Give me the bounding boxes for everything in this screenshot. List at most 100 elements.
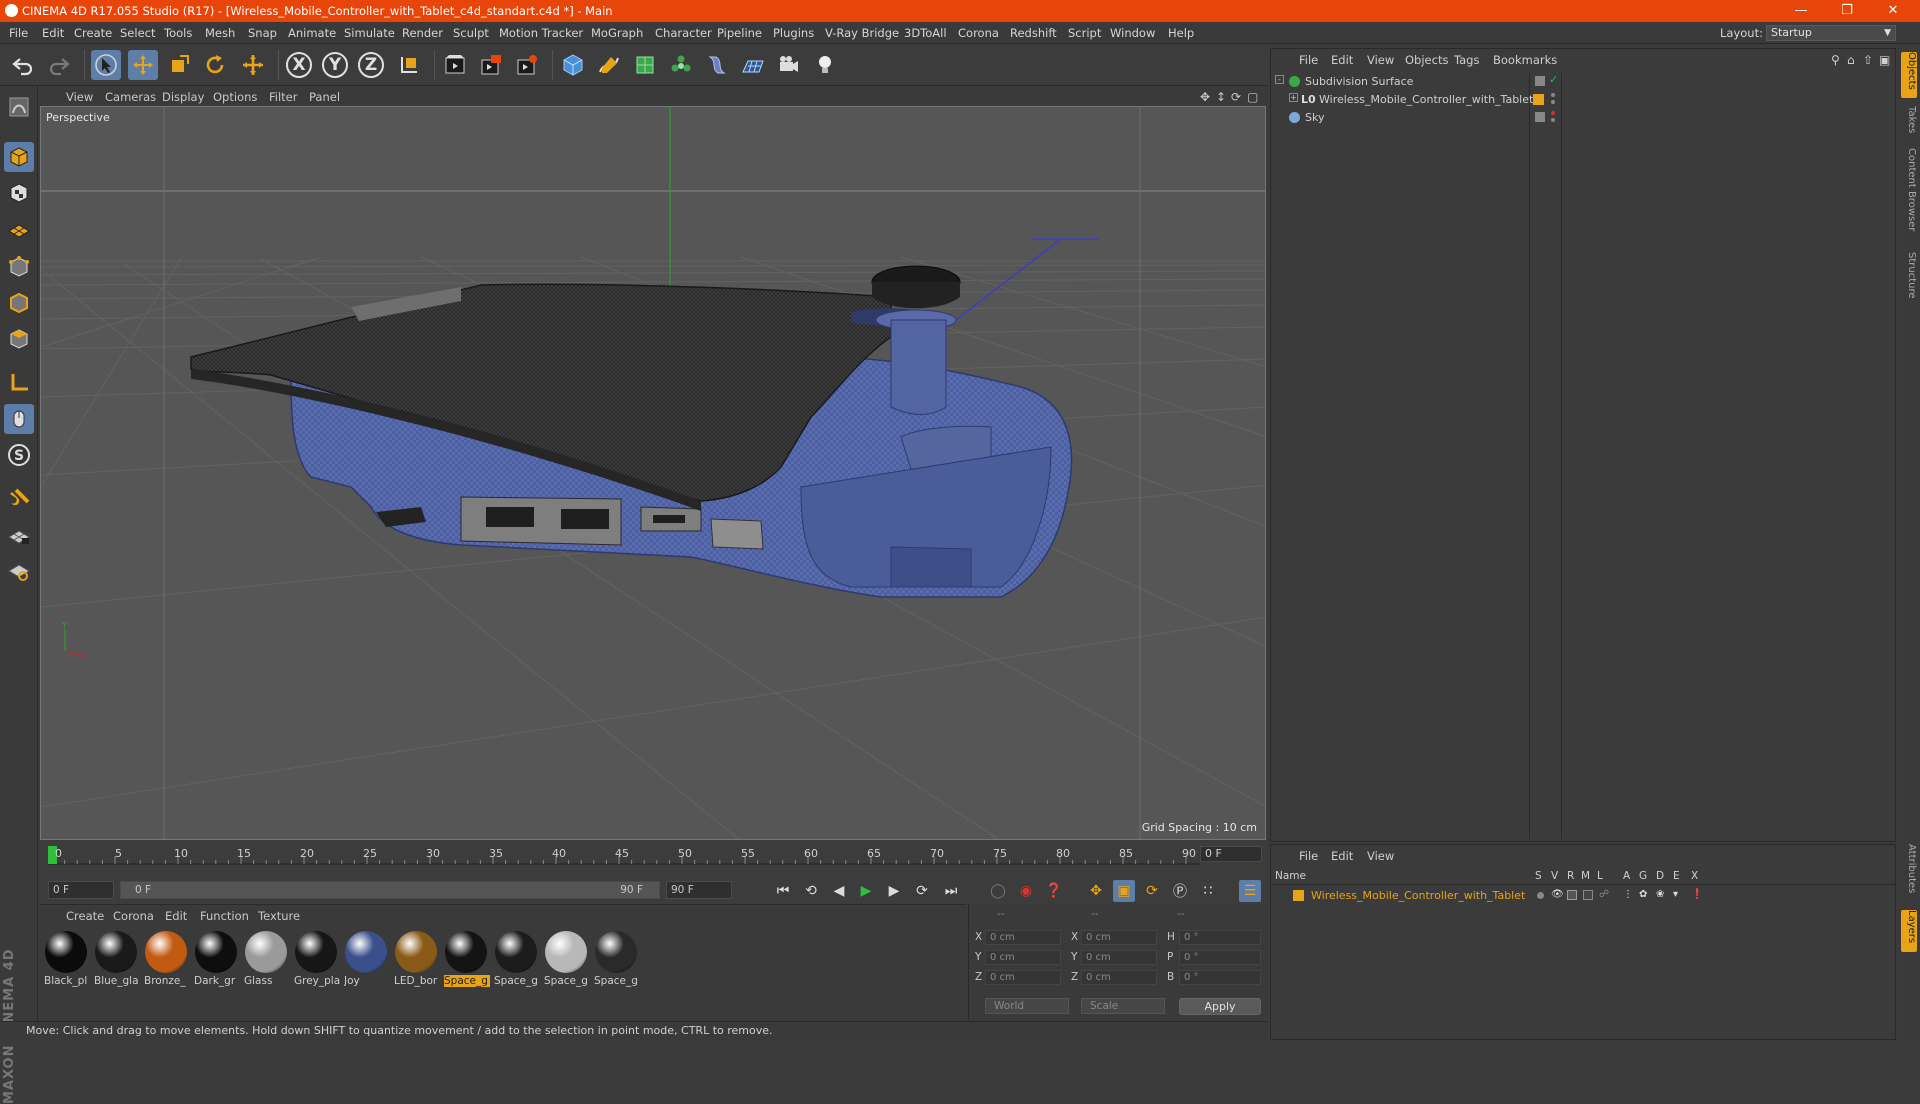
menu-corona[interactable]: Corona <box>958 26 999 40</box>
timeline-ruler[interactable]: 0 5 10 15 20 25 30 35 40 45 50 55 60 65 … <box>48 844 1200 868</box>
edit-render-settings-icon[interactable] <box>512 50 542 80</box>
rotation-b-field[interactable]: 0 ° <box>1179 970 1261 985</box>
record-keys-icon[interactable]: ◯ <box>987 880 1009 902</box>
menu-vray-bridge[interactable]: V-Ray Bridge <box>825 26 899 40</box>
layer-menu-edit[interactable]: Edit <box>1331 849 1353 863</box>
tab-layers[interactable]: Layers <box>1901 910 1917 952</box>
menu-mograph[interactable]: MoGraph <box>591 26 643 40</box>
layer-col[interactable]: X <box>1691 870 1698 882</box>
key-scale-icon[interactable]: ▣ <box>1113 880 1135 902</box>
layer-tag-icon[interactable] <box>1533 94 1544 105</box>
material-menu-create[interactable]: Create <box>66 909 104 923</box>
solo-icon[interactable] <box>1537 892 1544 899</box>
end-frame-field[interactable]: 90 F <box>666 881 732 899</box>
coordinate-space-dropdown[interactable]: World <box>985 998 1069 1014</box>
material-menu-function[interactable]: Function <box>200 909 249 923</box>
material-swatch[interactable]: Space_g <box>444 929 490 991</box>
layer-col[interactable]: M <box>1581 870 1590 882</box>
animation-icon[interactable]: ⋮ <box>1623 889 1633 900</box>
editor-visibility-icon[interactable] <box>1535 76 1545 86</box>
axis-y-button[interactable]: Y <box>320 50 350 80</box>
search-icon[interactable]: ⚲ <box>1831 53 1840 67</box>
layer-menu-view[interactable]: View <box>1367 849 1394 863</box>
viewport-pan-icon[interactable]: ✥ <box>1200 90 1210 104</box>
tab-objects[interactable]: Objects <box>1901 52 1917 98</box>
render-dot-icon[interactable] <box>1551 100 1555 104</box>
material-swatch[interactable]: Bronze_ <box>144 929 188 991</box>
redo-icon[interactable] <box>44 50 74 80</box>
light-icon[interactable] <box>810 50 840 80</box>
menu-motion-tracker[interactable]: Motion Tracker <box>499 26 583 40</box>
array-icon[interactable] <box>666 50 696 80</box>
model-mode-icon[interactable] <box>4 142 34 172</box>
collapse-icon[interactable]: - <box>1275 75 1284 84</box>
material-swatch[interactable]: Joy <box>344 929 388 991</box>
visibility-dot-icon[interactable] <box>1551 93 1555 97</box>
go-to-end-icon[interactable]: ⏭ <box>940 880 962 902</box>
deformers-icon[interactable]: ❀ <box>1656 889 1664 900</box>
material-swatch[interactable]: Glass <box>244 929 288 991</box>
snap-icon[interactable]: S <box>4 440 34 470</box>
minimize-button[interactable]: — <box>1778 0 1824 22</box>
menu-script[interactable]: Script <box>1068 26 1101 40</box>
material-menu-edit[interactable]: Edit <box>165 909 187 923</box>
new-panel-icon[interactable]: ▣ <box>1879 53 1890 67</box>
editor-visibility-icon[interactable] <box>1535 112 1545 122</box>
keyframe-selection-icon[interactable]: ❓ <box>1043 880 1065 902</box>
size-z-field[interactable]: 0 cm <box>1081 970 1157 985</box>
rotation-p-field[interactable]: 0 ° <box>1179 950 1261 965</box>
expand-icon[interactable]: + <box>1289 93 1298 102</box>
object-menu-file[interactable]: File <box>1299 53 1318 67</box>
layer-col[interactable]: R <box>1567 870 1574 882</box>
play-icon[interactable]: ▶ <box>855 880 877 902</box>
points-mode-icon[interactable] <box>4 252 34 282</box>
edges-mode-icon[interactable] <box>4 288 34 318</box>
material-menu-corona[interactable]: Corona <box>113 909 154 923</box>
menu-pipeline[interactable]: Pipeline <box>717 26 762 40</box>
camera-icon[interactable] <box>774 50 804 80</box>
timeline-window-icon[interactable]: ☰ <box>1239 880 1261 902</box>
layer-col-name[interactable]: Name <box>1275 870 1306 882</box>
material-swatch[interactable]: Blue_gla <box>94 929 139 991</box>
object-menu-view[interactable]: View <box>1367 53 1394 67</box>
key-parameter-icon[interactable]: Ⓟ <box>1169 880 1191 902</box>
material-swatch[interactable]: Black_pl <box>44 929 88 991</box>
layer-col[interactable]: L <box>1597 870 1603 882</box>
viewport-menu-options[interactable]: Options <box>213 90 257 104</box>
timeline[interactable]: 0 5 10 15 20 25 30 35 40 45 50 55 60 65 … <box>40 842 1266 876</box>
subdivision-icon[interactable] <box>630 50 660 80</box>
tab-structure[interactable]: Structure <box>1901 252 1917 308</box>
menu-mesh[interactable]: Mesh <box>205 26 235 40</box>
material-swatch[interactable]: Space_g <box>544 929 588 991</box>
object-menu-tags[interactable]: Tags <box>1454 53 1479 67</box>
position-x-field[interactable]: 0 cm <box>985 930 1061 945</box>
object-row-sky[interactable]: Sky <box>1271 109 1895 127</box>
tab-content-browser[interactable]: Content Browser <box>1901 148 1917 244</box>
locked-workplane-icon[interactable] <box>4 520 34 550</box>
texture-mode-icon[interactable] <box>4 178 34 208</box>
eye-icon[interactable]: 👁 <box>1551 889 1564 900</box>
layer-col[interactable]: D <box>1656 870 1664 882</box>
deformer-icon[interactable] <box>702 50 732 80</box>
frame-range-slider[interactable]: 0 F 90 F <box>120 881 660 899</box>
menu-edit[interactable]: Edit <box>42 26 64 40</box>
render-view-icon[interactable] <box>440 50 470 80</box>
position-y-field[interactable]: 0 cm <box>985 950 1061 965</box>
key-point-level-icon[interactable]: ∷ <box>1197 880 1219 902</box>
viewport-menu-panel[interactable]: Panel <box>309 90 340 104</box>
visibility-dot-icon[interactable] <box>1551 111 1555 115</box>
menu-redshift[interactable]: Redshift <box>1010 26 1057 40</box>
layer-col[interactable]: E <box>1673 870 1680 882</box>
make-editable-icon[interactable] <box>4 92 34 122</box>
size-y-field[interactable]: 0 cm <box>1081 950 1157 965</box>
layer-col[interactable]: A <box>1623 870 1630 882</box>
menu-render[interactable]: Render <box>402 26 443 40</box>
key-position-icon[interactable]: ✥ <box>1085 880 1107 902</box>
axis-z-button[interactable]: Z <box>356 50 386 80</box>
size-mode-dropdown[interactable]: Scale <box>1081 998 1165 1014</box>
size-x-field[interactable]: 0 cm <box>1081 930 1157 945</box>
menu-character[interactable]: Character <box>655 26 712 40</box>
rotation-h-field[interactable]: 0 ° <box>1179 930 1261 945</box>
menu-file[interactable]: File <box>9 26 28 40</box>
menu-3dtoall[interactable]: 3DToAll <box>904 26 947 40</box>
